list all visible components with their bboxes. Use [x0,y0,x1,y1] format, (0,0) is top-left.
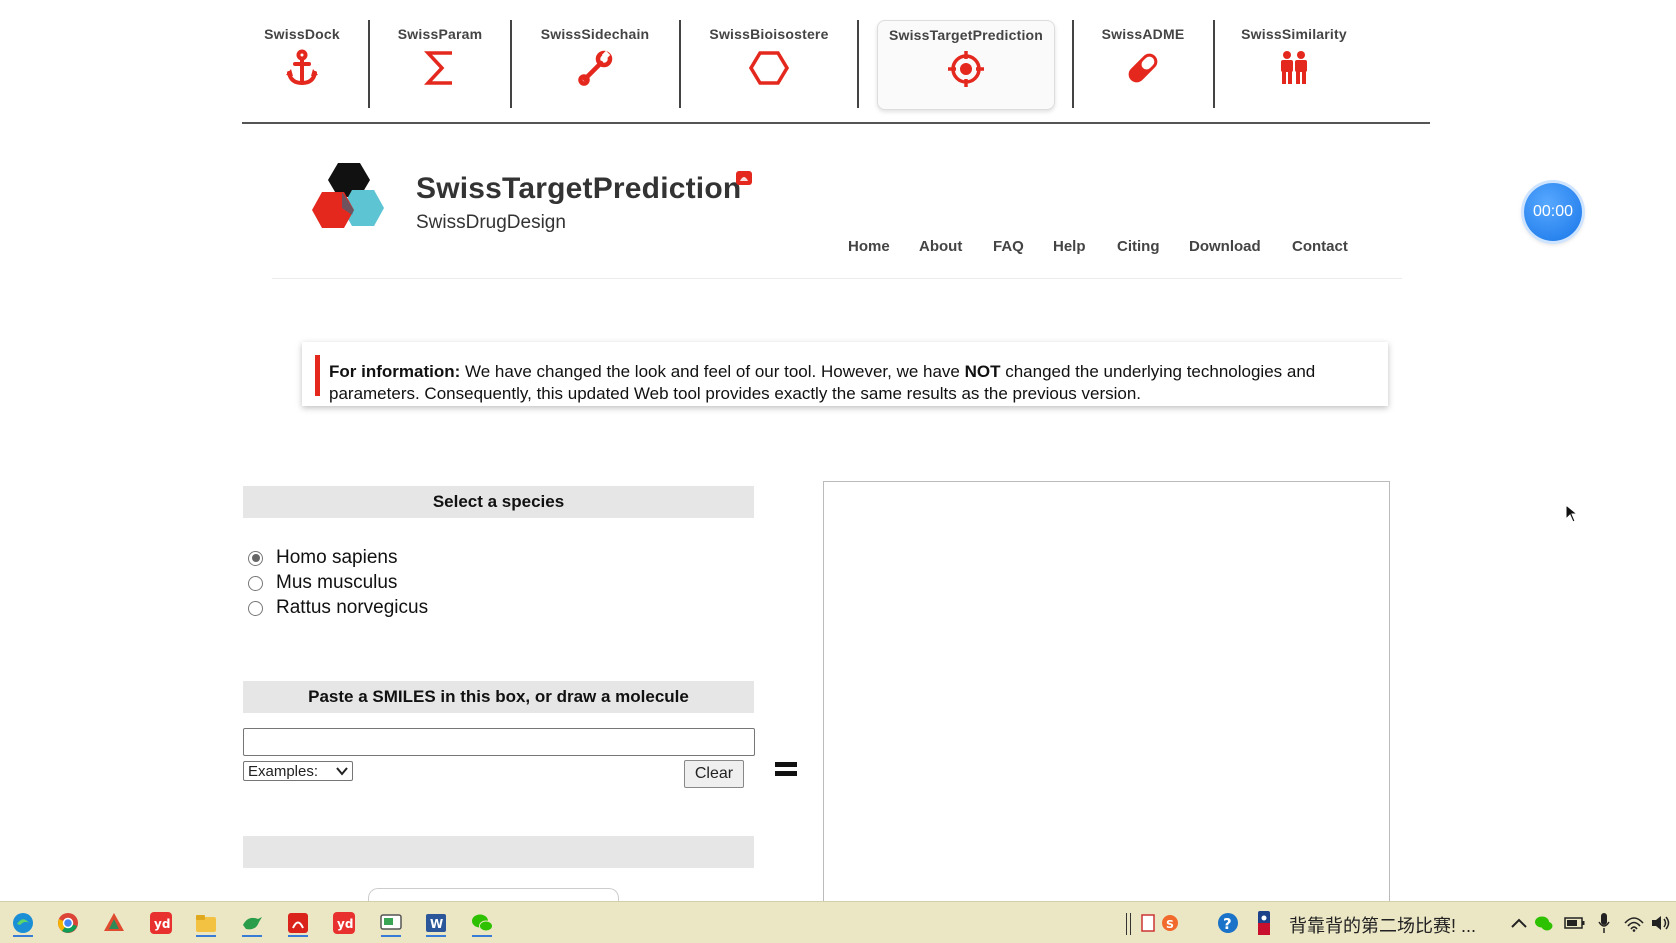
equals-icon [775,762,797,780]
tool-divider [857,20,859,108]
tool-label: SwissSimilarity [1241,26,1347,42]
tool-divider [1213,20,1215,108]
info-text: For information: We have changed the loo… [329,361,1381,405]
folder-icon[interactable] [191,908,221,938]
mouse-cursor-icon [1565,503,1579,529]
site-title: SwissTargetPrediction [416,172,742,205]
menu-faq[interactable]: FAQ [993,238,1024,255]
tool-swissdock[interactable]: SwissDock [252,20,352,108]
wrench-icon [576,48,614,88]
svg-text:yd: yd [337,917,353,931]
youdao-dict-icon[interactable]: yd [329,908,359,938]
info-label: For information: [329,362,461,381]
tool-swisssimilarity[interactable]: SwissSimilarity [1234,20,1354,108]
menu-home[interactable]: Home [848,238,890,255]
tool-label: SwissSidechain [540,26,650,42]
recording-timer[interactable]: 00:00 [1524,183,1582,241]
radio-button[interactable] [248,550,263,566]
tool-swissbioisostere[interactable]: SwissBioisostere [700,20,838,108]
wifi-icon[interactable] [1621,908,1647,938]
tool-swisstargetprediction[interactable]: SwissTargetPrediction [877,20,1055,110]
info-accent-bar [315,355,320,396]
hexagon-icon [749,48,789,88]
anchor-icon [283,48,321,88]
tool-label: SwissParam [397,26,483,42]
chevron-up-icon[interactable] [1504,908,1534,938]
radio-button[interactable] [248,575,263,591]
nav-rule [242,122,1430,124]
volume-icon[interactable] [1648,908,1674,938]
wechat-tray-icon[interactable] [1531,908,1557,938]
info-emphasis: NOT [964,362,1001,381]
pdf-tray-icon[interactable] [1139,908,1157,938]
clear-button[interactable]: Clear [684,760,744,788]
species-heading: Select a species [243,486,754,518]
menu-help[interactable]: Help [1053,238,1086,255]
svg-text:W: W [430,917,443,931]
swissdrugdesign-logo-icon [312,160,404,249]
tray-divider-icon [1126,913,1131,935]
sogou-input-icon[interactable]: S [1160,908,1180,938]
tool-divider [679,20,681,108]
smiles-heading: Paste a SMILES in this box, or draw a mo… [243,681,754,713]
chrome-icon[interactable] [53,908,83,938]
species-option-mus-musculus[interactable]: Mus musculus [248,572,397,594]
menu-about[interactable]: About [919,238,962,255]
tool-divider [1072,20,1074,108]
examples-label: Examples: [248,762,319,780]
edge-icon[interactable] [8,908,38,938]
tool-label: SwissDock [264,26,340,42]
tool-swissparam[interactable]: SwissParam [390,20,490,108]
battery-icon[interactable] [1561,908,1589,938]
people-icon [1277,48,1311,88]
bird-app-icon[interactable] [237,908,267,938]
tool-divider [510,20,512,108]
tool-swisssidechain[interactable]: SwissSidechain [535,20,655,108]
target-icon [946,49,986,89]
header-rule [272,278,1402,279]
section-bar [243,836,754,868]
tool-divider [368,20,370,108]
species-option-homo-sapiens[interactable]: Homo sapiens [248,547,397,569]
tool-label: SwissTargetPrediction [888,27,1044,43]
acrobat-icon[interactable] [283,908,313,938]
pdf-icon[interactable] [736,171,752,185]
smiles-input[interactable] [243,728,755,756]
menu-citing[interactable]: Citing [1117,238,1160,255]
site-subtitle: SwissDrugDesign [416,212,566,233]
menu-download[interactable]: Download [1189,238,1261,255]
tool-label: SwissBioisostere [709,26,829,42]
svg-text:?: ? [1223,915,1232,933]
info-text-part1: We have changed the look and feel of our… [460,362,965,381]
tool-swissadme[interactable]: SwissADME [1093,20,1193,108]
app-icon-triangle[interactable] [99,908,129,938]
species-option-rattus-norvegicus[interactable]: Rattus norvegicus [248,597,428,619]
microphone-icon[interactable] [1592,908,1616,938]
youdao-icon[interactable]: yd [146,908,176,938]
help-icon[interactable]: ? [1213,908,1243,938]
species-label: Mus musculus [276,572,398,593]
word-icon[interactable]: W [421,908,451,938]
news-ticker[interactable]: 背靠背的第二场比赛! ... [1289,912,1476,938]
wechat-icon[interactable] [467,908,497,938]
svg-text:S: S [1166,918,1174,931]
pill-icon [1123,48,1163,88]
chevron-down-icon [336,764,348,782]
tool-label: SwissADME [1101,26,1185,42]
info-notice: For information: We have changed the loo… [302,342,1388,406]
examples-select[interactable]: Examples: [243,761,353,781]
nba-icon[interactable] [1252,908,1276,938]
taskbar: yd yd W S ? 背靠背的第二场比赛! ... [0,901,1676,943]
species-label: Rattus norvegicus [276,597,429,618]
sigma-icon [423,48,457,88]
species-label: Homo sapiens [276,547,398,568]
molecule-sketcher[interactable] [823,481,1390,902]
screen-app-icon[interactable] [376,908,406,938]
radio-button[interactable] [248,600,263,616]
svg-text:yd: yd [154,917,170,931]
menu-contact[interactable]: Contact [1292,238,1348,255]
